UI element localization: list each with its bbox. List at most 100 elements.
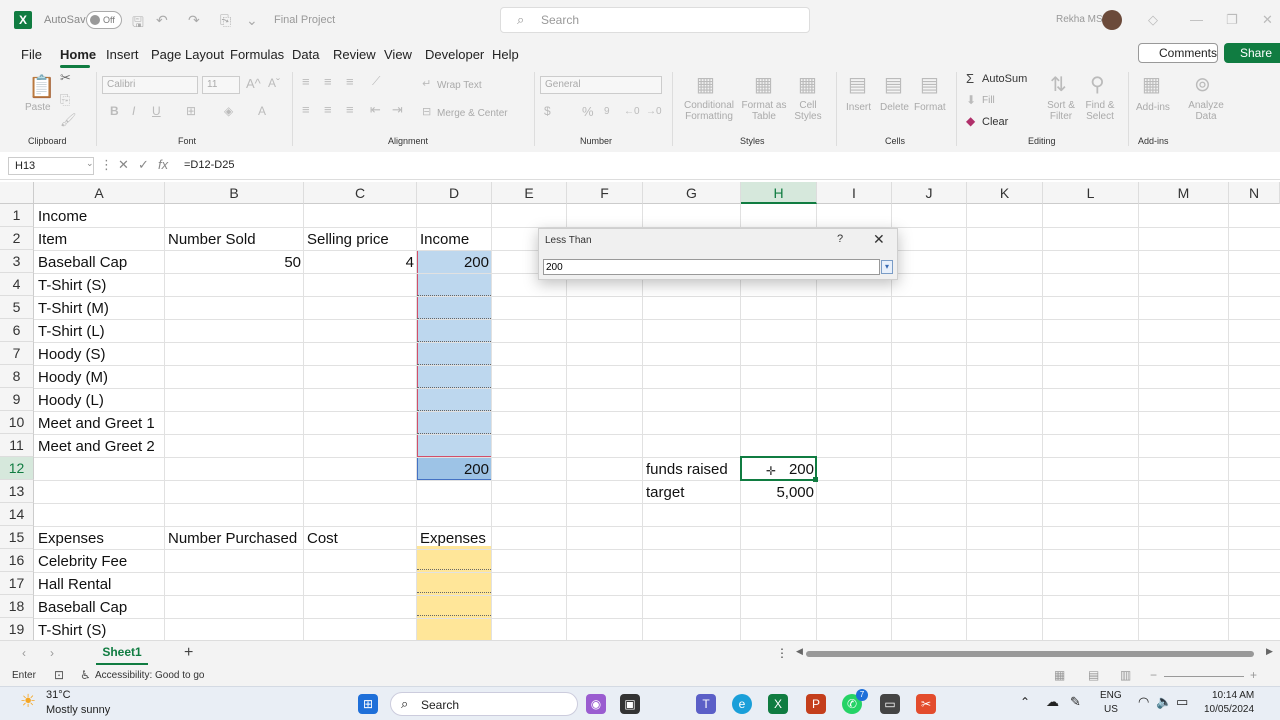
fill-button[interactable]: Fill <box>982 95 995 106</box>
share-button[interactable]: Share <box>1224 43 1280 63</box>
row-header-10[interactable]: 10 <box>0 411 34 434</box>
macro-record-icon[interactable]: ⊡ <box>54 668 64 682</box>
insert-cells-icon[interactable]: ▤ <box>848 72 867 97</box>
cell-h13[interactable]: 5,000 <box>741 481 814 504</box>
tab-formulas[interactable]: Formulas <box>230 47 284 62</box>
cell-a4[interactable]: T-Shirt (S) <box>38 274 106 297</box>
insert-cells-button[interactable]: Insert <box>846 102 871 113</box>
cell-d2[interactable]: Income <box>420 228 469 251</box>
grow-font-icon[interactable]: A^ <box>246 76 261 91</box>
more-options-icon[interactable]: ⋮ <box>776 646 788 660</box>
tab-help[interactable]: Help <box>492 47 519 62</box>
enter-icon[interactable]: ✓ <box>138 157 149 173</box>
row-header-5[interactable]: 5 <box>0 296 34 319</box>
tab-data[interactable]: Data <box>292 47 319 62</box>
column-header-l[interactable]: L <box>1043 182 1139 204</box>
tab-view[interactable]: View <box>384 47 412 62</box>
scroll-left-icon[interactable]: ◀ <box>796 646 803 657</box>
taskbar-search[interactable]: ⌕ Search <box>390 692 578 716</box>
autosave-toggle[interactable]: Off <box>86 11 122 29</box>
cancel-icon[interactable]: ✕ <box>118 157 129 173</box>
region-label[interactable]: US <box>1104 704 1118 715</box>
column-header-i[interactable]: I <box>817 182 892 204</box>
borders-icon[interactable]: ⊞ <box>186 104 196 118</box>
decrease-indent-icon[interactable]: ⇤ <box>370 102 381 118</box>
delete-cells-icon[interactable]: ▤ <box>884 72 903 97</box>
eraser-icon[interactable]: ◆ <box>966 114 975 128</box>
quick-access-icon[interactable]: ⎘ <box>220 12 231 29</box>
align-bottom-icon[interactable]: ≡ <box>346 74 354 89</box>
column-header-k[interactable]: K <box>967 182 1043 204</box>
column-header-n[interactable]: N <box>1229 182 1280 204</box>
align-right-icon[interactable]: ≡ <box>346 102 354 117</box>
close-window-icon[interactable]: ✕ <box>1262 12 1273 28</box>
row-header-17[interactable]: 17 <box>0 572 34 595</box>
collapse-dialog-icon[interactable]: ▾ <box>881 260 893 274</box>
copy-icon[interactable]: ⎘ <box>60 92 70 108</box>
analyze-data-icon[interactable]: ⊚ <box>1194 72 1211 97</box>
cell-c3[interactable]: 4 <box>304 251 414 274</box>
row-header-11[interactable]: 11 <box>0 434 34 457</box>
tab-developer[interactable]: Developer <box>425 47 484 62</box>
align-center-icon[interactable]: ≡ <box>324 102 332 117</box>
sort-filter-icon[interactable]: ⇅ <box>1050 72 1067 97</box>
increase-indent-icon[interactable]: ⇥ <box>392 102 403 118</box>
shrink-font-icon[interactable]: Aˇ <box>268 76 280 90</box>
cell-b3[interactable]: 50 <box>165 251 301 274</box>
format-painter-icon[interactable]: 🖌 <box>60 112 77 128</box>
comments-button[interactable]: Comments <box>1138 43 1218 63</box>
font-color-icon[interactable]: A <box>258 104 266 118</box>
cell-d15[interactable]: Expenses <box>420 527 486 550</box>
orientation-icon[interactable]: ⟋ <box>372 74 380 89</box>
restore-icon[interactable]: ❐ <box>1226 12 1238 28</box>
diamond-icon[interactable]: ◇ <box>1148 12 1158 28</box>
excel-taskbar-icon[interactable]: X <box>768 694 788 714</box>
avatar[interactable] <box>1102 10 1122 30</box>
clock-date[interactable]: 10/05/2024 <box>1204 704 1254 715</box>
comma-icon[interactable]: 9 <box>604 106 610 117</box>
merge-center-button[interactable]: Merge & Center <box>437 108 508 119</box>
conditional-formatting-icon[interactable]: ▦ <box>696 72 715 97</box>
row-header-13[interactable]: 13 <box>0 480 34 503</box>
italic-icon[interactable]: I <box>132 104 135 118</box>
more-icon[interactable]: ⋮ <box>100 157 113 173</box>
column-header-j[interactable]: J <box>892 182 967 204</box>
weather-icon[interactable]: ☀ <box>20 691 36 712</box>
row-header-19[interactable]: 19 <box>0 618 34 640</box>
cell-a3[interactable]: Baseball Cap <box>38 251 127 274</box>
customize-qat-icon[interactable]: ⌄ <box>246 12 258 29</box>
row-header-18[interactable]: 18 <box>0 595 34 618</box>
font-size-box[interactable]: 11 <box>202 76 240 94</box>
cell-styles-icon[interactable]: ▦ <box>798 72 817 97</box>
cell-d12[interactable]: 200 <box>417 458 489 481</box>
autosum-button[interactable]: AutoSum <box>982 73 1027 85</box>
addins-button[interactable]: Add-ins <box>1136 102 1170 113</box>
powerpoint-icon[interactable]: P <box>806 694 826 714</box>
page-break-view-icon[interactable]: ▥ <box>1120 668 1131 682</box>
autosum-icon[interactable]: Σ <box>966 71 974 86</box>
page-layout-view-icon[interactable]: ▤ <box>1088 668 1099 682</box>
paste-icon[interactable]: 📋 <box>28 74 55 100</box>
teams-icon[interactable]: T <box>696 694 716 714</box>
row-header-6[interactable]: 6 <box>0 319 34 342</box>
row-header-14[interactable]: 14 <box>0 503 34 526</box>
search-box[interactable]: ⌕ Search <box>500 7 810 33</box>
cell-a10[interactable]: Meet and Greet 1 <box>38 412 155 435</box>
select-all-corner[interactable] <box>0 182 34 204</box>
battery-icon[interactable]: ▭ <box>1176 694 1188 710</box>
row-header-12[interactable]: 12 <box>0 457 34 480</box>
clear-button[interactable]: Clear <box>982 116 1008 128</box>
snipping-tool-icon[interactable]: ✂ <box>916 694 936 714</box>
help-button[interactable]: ? <box>837 233 843 245</box>
language-label[interactable]: ENG <box>1100 690 1122 701</box>
cell-b15[interactable]: Number Purchased <box>168 527 297 550</box>
cell-a19[interactable]: T-Shirt (S) <box>38 619 106 640</box>
align-middle-icon[interactable]: ≡ <box>324 74 332 89</box>
redo-icon[interactable]: ↷ <box>188 12 200 29</box>
cell-a5[interactable]: T-Shirt (M) <box>38 297 109 320</box>
bold-icon[interactable]: B <box>110 104 119 118</box>
sort-filter-button[interactable]: Sort & Filter <box>1044 100 1078 122</box>
column-header-g[interactable]: G <box>643 182 741 204</box>
cell-g13[interactable]: target <box>646 481 684 504</box>
tab-insert[interactable]: Insert <box>106 47 139 62</box>
